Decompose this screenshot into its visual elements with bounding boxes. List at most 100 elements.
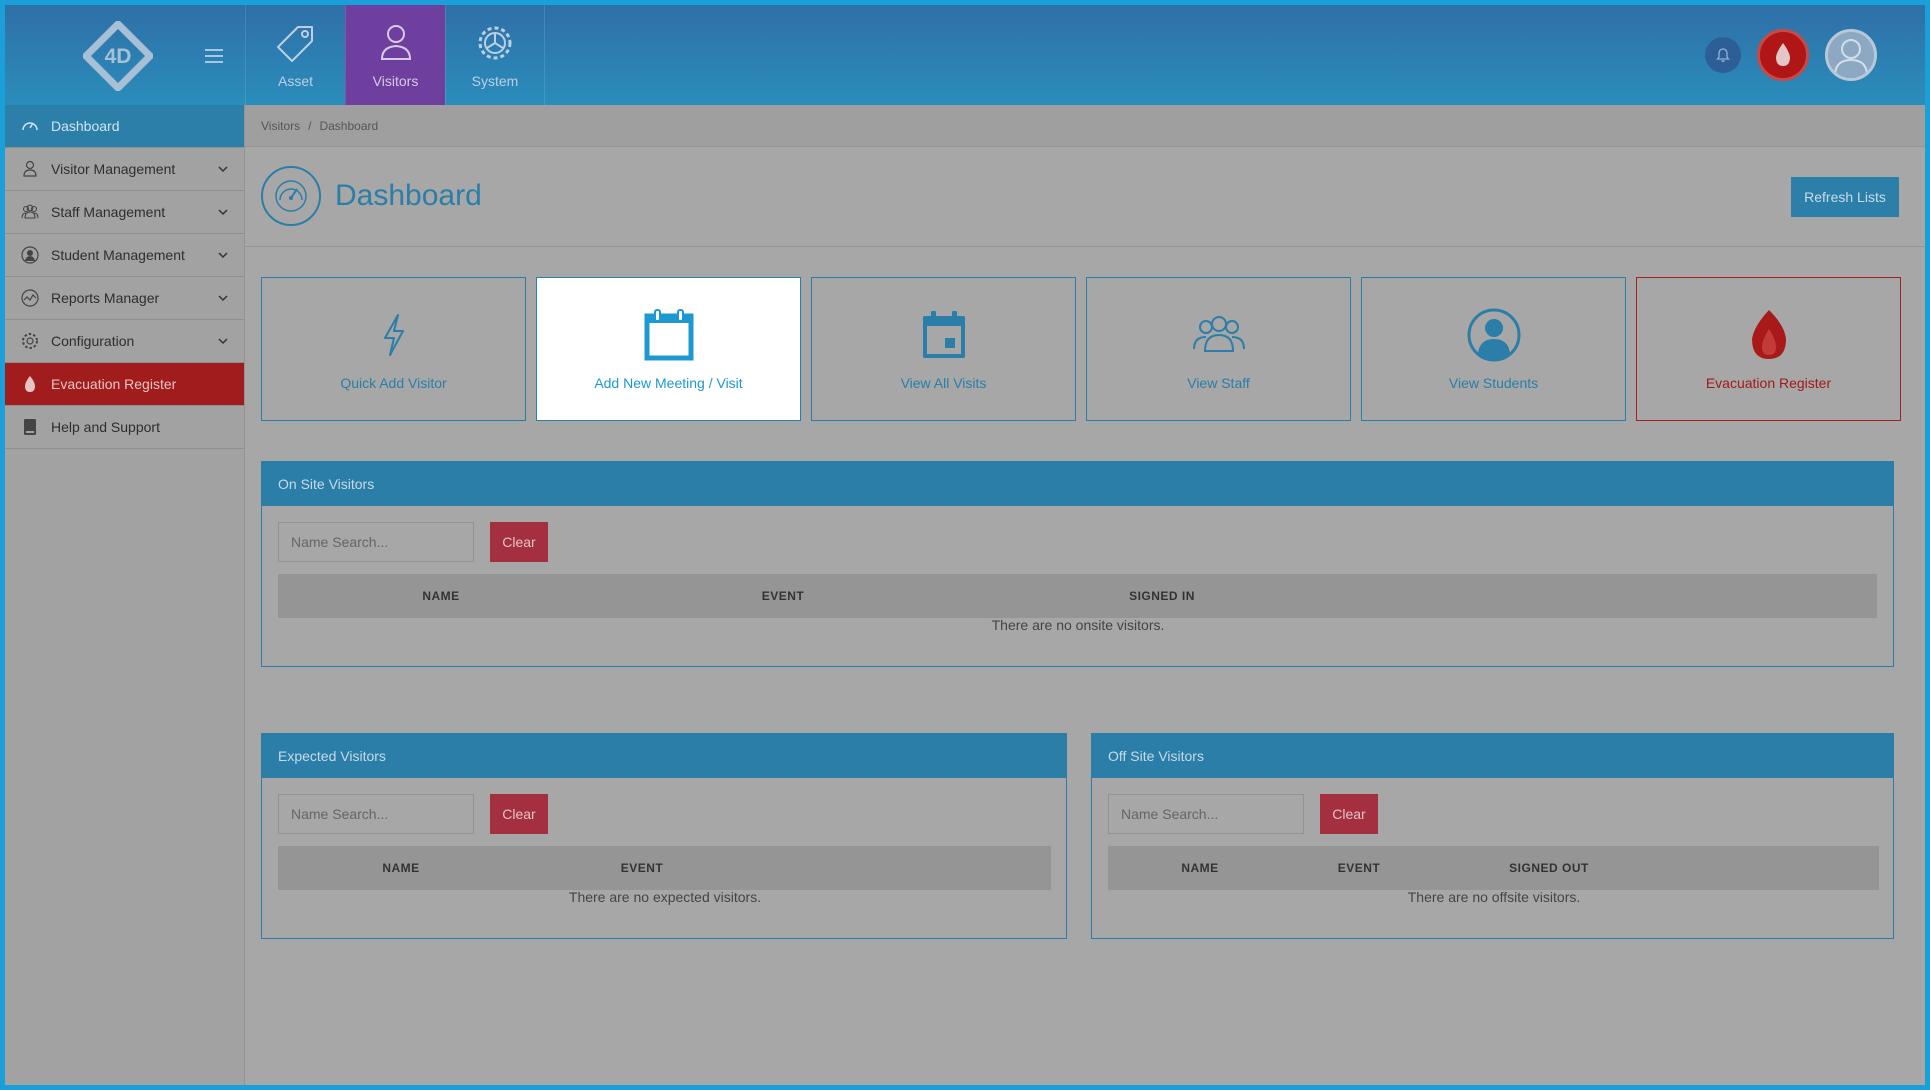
fire-icon	[21, 375, 39, 393]
sidebar-item-dashboard[interactable]: Dashboard	[5, 105, 244, 148]
column-header-event[interactable]: EVENT	[762, 589, 805, 603]
menu-toggle-icon[interactable]	[205, 49, 223, 63]
tile-label: View All Visits	[900, 375, 987, 391]
logo-area: 4D	[5, 5, 245, 105]
sidebar: Dashboard Visitor Management Staff Manag…	[5, 105, 245, 1085]
group-icon	[1192, 316, 1245, 352]
page-title: Dashboard	[335, 179, 482, 212]
chevron-down-icon	[218, 166, 228, 173]
expected-visitors-panel: Expected Visitors Clear NAME EVENT There…	[261, 733, 1067, 939]
tile-label: View Staff	[1187, 375, 1250, 391]
clear-button[interactable]: Clear	[1320, 794, 1378, 834]
table-header: NAME EVENT SIGNED OUT	[1108, 846, 1879, 890]
sidebar-item-reports-manager[interactable]: Reports Manager	[5, 277, 244, 320]
refresh-lists-button[interactable]: Refresh Lists	[1791, 177, 1899, 217]
speedometer-icon	[261, 166, 321, 226]
chevron-down-icon	[218, 252, 228, 259]
column-header-event[interactable]: EVENT	[621, 861, 664, 875]
name-search-input[interactable]	[278, 794, 474, 834]
table-header: NAME EVENT SIGNED IN	[278, 574, 1877, 618]
breadcrumb-item-visitors[interactable]: Visitors	[261, 119, 300, 133]
name-search-input[interactable]	[1108, 794, 1304, 834]
sidebar-item-label: Evacuation Register	[51, 376, 177, 392]
tile-label: Quick Add Visitor	[340, 375, 447, 391]
panel-title: On Site Visitors	[262, 462, 1893, 506]
sidebar-item-evacuation-register[interactable]: Evacuation Register	[5, 363, 244, 406]
calendar-event-icon	[922, 311, 965, 358]
onsite-visitors-panel: On Site Visitors Clear NAME EVENT SIGNED…	[261, 461, 1894, 667]
sidebar-item-student-management[interactable]: Student Management	[5, 234, 244, 277]
search-row: Clear	[1108, 794, 1378, 834]
column-header-signed-out[interactable]: SIGNED OUT	[1509, 861, 1589, 875]
panel-title: Expected Visitors	[262, 734, 1066, 778]
fire-icon	[1751, 310, 1786, 359]
module-tab-label: Asset	[277, 73, 313, 89]
top-right-icons	[1705, 29, 1877, 81]
tile-label: Evacuation Register	[1705, 375, 1832, 391]
module-tabs: Asset Visitors System	[245, 5, 545, 105]
sidebar-item-label: Student Management	[51, 247, 185, 263]
sidebar-item-configuration[interactable]: Configuration	[5, 320, 244, 363]
app-window: 4D Asset Visitors System Dashboard Visit…	[5, 5, 1925, 1085]
speedometer-icon	[21, 117, 39, 135]
clear-button[interactable]: Clear	[490, 794, 548, 834]
chevron-down-icon	[218, 338, 228, 345]
student-icon	[21, 246, 39, 264]
column-header-name[interactable]: NAME	[382, 861, 419, 875]
main-content: Visitors / Dashboard Dashboard Refresh L…	[245, 105, 1925, 1085]
search-row: Clear	[278, 522, 548, 562]
bell-icon[interactable]	[1705, 37, 1741, 73]
page-header: Dashboard	[261, 165, 482, 227]
divider	[245, 246, 1925, 247]
tile-add-new-meeting[interactable]: Add New Meeting / Visit	[536, 277, 801, 421]
sidebar-item-visitor-management[interactable]: Visitor Management	[5, 148, 244, 191]
tile-view-all-visits[interactable]: View All Visits	[811, 277, 1076, 421]
name-search-input[interactable]	[278, 522, 474, 562]
tile-view-staff[interactable]: View Staff	[1086, 277, 1351, 421]
sidebar-item-label: Dashboard	[51, 118, 120, 134]
sidebar-item-label: Staff Management	[51, 204, 166, 220]
top-bar: 4D Asset Visitors System	[5, 5, 1925, 105]
fire-icon[interactable]	[1757, 29, 1809, 81]
offsite-visitors-panel: Off Site Visitors Clear NAME EVENT SIGNE…	[1091, 733, 1894, 939]
column-header-name[interactable]: NAME	[1181, 861, 1218, 875]
module-tab-system[interactable]: System	[445, 5, 545, 105]
user-avatar-icon[interactable]	[1825, 29, 1877, 81]
tile-view-students[interactable]: View Students	[1361, 277, 1626, 421]
empty-message: There are no offsite visitors.	[1407, 889, 1581, 905]
group-icon	[21, 203, 39, 221]
quick-action-tiles: Quick Add Visitor Add New Meeting / Visi…	[261, 277, 1901, 421]
empty-message: There are no expected visitors.	[568, 889, 762, 905]
sidebar-item-help-and-support[interactable]: Help and Support	[5, 406, 244, 449]
chart-icon	[21, 289, 39, 307]
student-icon	[1467, 308, 1520, 362]
app-logo[interactable]: 4D	[83, 21, 153, 91]
sidebar-item-staff-management[interactable]: Staff Management	[5, 191, 244, 234]
breadcrumb: Visitors / Dashboard	[245, 105, 1925, 147]
sidebar-item-label: Reports Manager	[51, 290, 160, 306]
calendar-icon	[644, 309, 693, 361]
tile-quick-add-visitor[interactable]: Quick Add Visitor	[261, 277, 526, 421]
person-icon	[21, 160, 39, 178]
tile-evacuation-register[interactable]: Evacuation Register	[1636, 277, 1901, 421]
search-row: Clear	[278, 794, 548, 834]
empty-message: There are no onsite visitors.	[991, 617, 1165, 633]
column-header-name[interactable]: NAME	[422, 589, 459, 603]
tile-label: View Students	[1448, 375, 1539, 391]
column-header-signed-in[interactable]: SIGNED IN	[1129, 589, 1195, 603]
table-header: NAME EVENT	[278, 846, 1051, 890]
clear-button[interactable]: Clear	[490, 522, 548, 562]
gear-icon	[478, 26, 512, 60]
sidebar-item-label: Configuration	[51, 333, 135, 349]
person-icon	[380, 25, 411, 60]
sidebar-item-label: Help and Support	[51, 419, 160, 435]
book-icon	[21, 418, 39, 436]
module-tab-label: Visitors	[372, 73, 419, 89]
module-tab-visitors[interactable]: Visitors	[345, 5, 445, 105]
sidebar-item-label: Visitor Management	[51, 161, 176, 177]
column-header-event[interactable]: EVENT	[1338, 861, 1381, 875]
svg-text:4D: 4D	[105, 45, 132, 68]
chevron-down-icon	[218, 209, 228, 216]
tag-icon	[276, 26, 313, 62]
module-tab-asset[interactable]: Asset	[245, 5, 345, 105]
